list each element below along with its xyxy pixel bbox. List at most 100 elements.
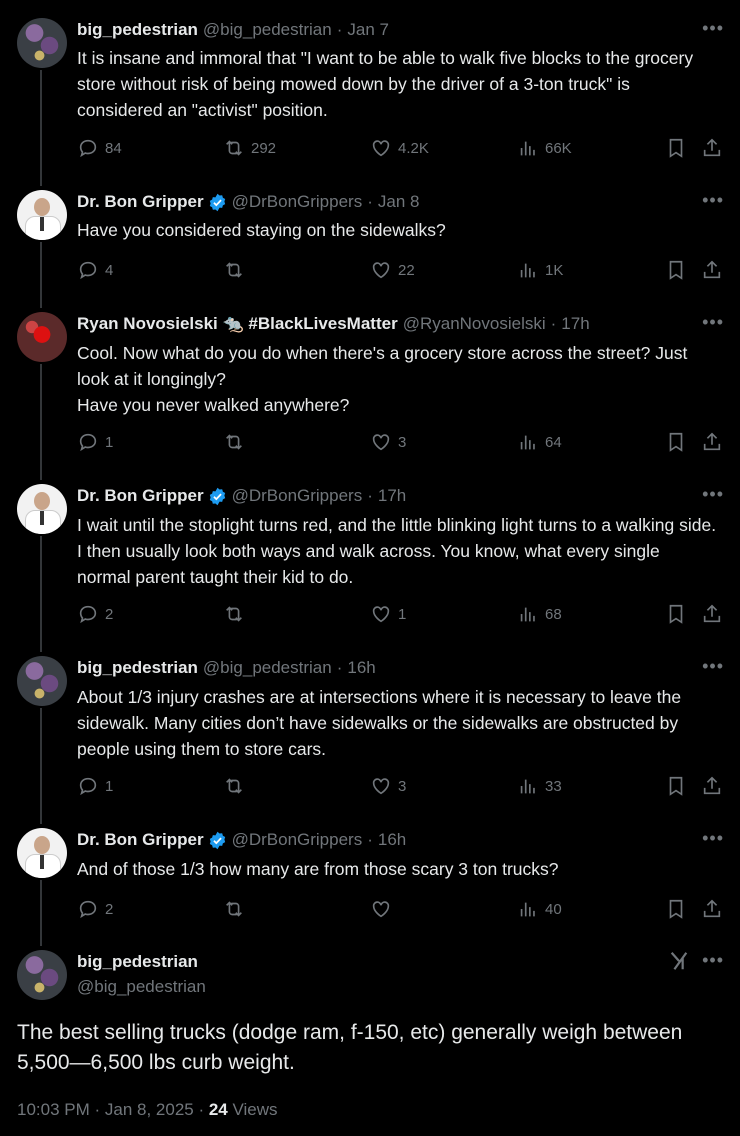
tweet-text: It is insane and immoral that "I want to… xyxy=(77,48,694,120)
retweet-button[interactable] xyxy=(223,775,251,797)
more-icon[interactable]: ••• xyxy=(702,190,724,211)
handle[interactable]: @DrBonGrippers xyxy=(232,192,363,212)
reply-button[interactable]: 4 xyxy=(77,259,113,281)
display-name[interactable]: Dr. Bon Gripper xyxy=(77,830,204,850)
like-icon xyxy=(372,434,390,451)
bookmark-button[interactable] xyxy=(665,603,693,625)
timestamp[interactable]: Jan 7 xyxy=(347,20,389,40)
avatar[interactable] xyxy=(17,190,67,240)
timestamp[interactable]: 16h xyxy=(378,830,406,850)
timestamp[interactable]: 16h xyxy=(347,658,375,678)
more-icon[interactable]: ••• xyxy=(702,656,724,677)
avatar[interactable] xyxy=(17,484,67,534)
timestamp[interactable]: 17h xyxy=(378,486,406,506)
views-button[interactable]: 33 xyxy=(517,775,562,797)
like-button[interactable]: 3 xyxy=(370,431,406,453)
share-button[interactable] xyxy=(701,775,729,797)
separator: · xyxy=(336,20,343,39)
like-button[interactable]: 3 xyxy=(370,775,406,797)
bookmark-button[interactable] xyxy=(665,259,693,281)
reply-button[interactable]: 1 xyxy=(77,775,113,797)
views-count: 24 xyxy=(208,1100,228,1119)
like-icon xyxy=(372,606,390,623)
retweet-button[interactable] xyxy=(223,898,251,920)
verified-badge-icon xyxy=(209,193,225,211)
avatar[interactable] xyxy=(17,312,67,362)
like-count: 4.2K xyxy=(398,139,429,157)
handle[interactable]: @big_pedestrian xyxy=(203,20,332,40)
avatar[interactable] xyxy=(17,656,67,706)
retweet-button[interactable] xyxy=(223,603,251,625)
bookmark-button[interactable] xyxy=(665,431,693,453)
views-button[interactable]: 68 xyxy=(517,603,562,625)
views-button[interactable]: 66K xyxy=(517,137,572,159)
tweet-text: The best selling trucks (dodge ram, f-15… xyxy=(17,1021,683,1074)
tweet-text: About 1/3 injury crashes are at intersec… xyxy=(77,687,682,759)
like-count: 3 xyxy=(398,433,407,451)
handle[interactable]: @big_pedestrian xyxy=(77,977,206,997)
display-name[interactable]: Ryan Novosielski 🐀 #BlackLivesMatter xyxy=(77,314,398,334)
like-button[interactable]: 4.2K xyxy=(370,137,429,159)
retweet-button[interactable] xyxy=(223,431,251,453)
more-icon[interactable]: ••• xyxy=(702,950,724,971)
avatar[interactable] xyxy=(17,18,67,68)
timestamp[interactable]: Jan 8 xyxy=(378,192,420,212)
bookmark-icon xyxy=(669,138,683,158)
like-button[interactable]: 1 xyxy=(370,603,406,625)
share-button[interactable] xyxy=(701,898,729,920)
bookmark-button[interactable] xyxy=(665,898,693,920)
retweet-icon xyxy=(226,262,242,278)
views-icon xyxy=(520,263,535,278)
reply-button[interactable]: 2 xyxy=(77,898,113,920)
share-button[interactable] xyxy=(701,431,729,453)
timestamp[interactable]: 17h xyxy=(561,314,589,334)
like-icon xyxy=(372,262,390,279)
handle[interactable]: @DrBonGrippers xyxy=(232,486,363,506)
avatar[interactable] xyxy=(17,828,67,878)
share-button[interactable] xyxy=(701,137,729,159)
retweet-icon xyxy=(226,606,242,622)
display-name[interactable]: big_pedestrian xyxy=(77,658,198,678)
bookmark-button[interactable] xyxy=(665,137,693,159)
reply-button[interactable]: 1 xyxy=(77,431,113,453)
views-icon xyxy=(520,902,535,917)
share-button[interactable] xyxy=(701,259,729,281)
reply-icon xyxy=(79,261,97,280)
views-button[interactable]: 40 xyxy=(517,898,562,920)
display-name[interactable]: Dr. Bon Gripper xyxy=(77,486,204,506)
more-icon[interactable]: ••• xyxy=(702,312,724,333)
reply-button[interactable]: 84 xyxy=(77,137,122,159)
share-icon xyxy=(703,260,721,279)
tweet-header: big_pedestrian @big_pedestrian · Jan 7 xyxy=(77,19,389,41)
verified-badge-icon xyxy=(209,831,225,849)
share-button[interactable] xyxy=(701,603,729,625)
handle[interactable]: @RyanNovosielski xyxy=(403,314,546,334)
more-icon[interactable]: ••• xyxy=(702,828,724,849)
grok-icon[interactable] xyxy=(668,950,690,972)
like-count: 3 xyxy=(398,777,407,795)
display-name[interactable]: big_pedestrian xyxy=(77,20,198,40)
views-button[interactable]: 64 xyxy=(517,431,562,453)
more-icon[interactable]: ••• xyxy=(702,484,724,505)
action-bar: 4 22 1K xyxy=(77,259,723,283)
retweet-icon xyxy=(226,434,242,450)
verified-badge-icon xyxy=(209,487,225,505)
avatar[interactable] xyxy=(17,950,67,1000)
like-button[interactable] xyxy=(370,898,398,920)
tweet-datetime[interactable]: 10:03 PM · Jan 8, 2025 · xyxy=(17,1100,209,1119)
retweet-button[interactable] xyxy=(223,259,251,281)
handle[interactable]: @DrBonGrippers xyxy=(232,830,363,850)
bookmark-button[interactable] xyxy=(665,775,693,797)
share-icon xyxy=(703,899,721,918)
reply-count: 1 xyxy=(105,777,114,795)
tweet-header: big_pedestrian xyxy=(77,951,198,973)
display-name[interactable]: Dr. Bon Gripper xyxy=(77,192,204,212)
thread-line xyxy=(40,242,42,308)
more-icon[interactable]: ••• xyxy=(702,18,724,39)
views-button[interactable]: 1K xyxy=(517,259,563,281)
reply-button[interactable]: 2 xyxy=(77,603,113,625)
handle[interactable]: @big_pedestrian xyxy=(203,658,332,678)
display-name[interactable]: big_pedestrian xyxy=(77,952,198,972)
retweet-button[interactable]: 292 xyxy=(223,137,276,159)
like-button[interactable]: 22 xyxy=(370,259,415,281)
